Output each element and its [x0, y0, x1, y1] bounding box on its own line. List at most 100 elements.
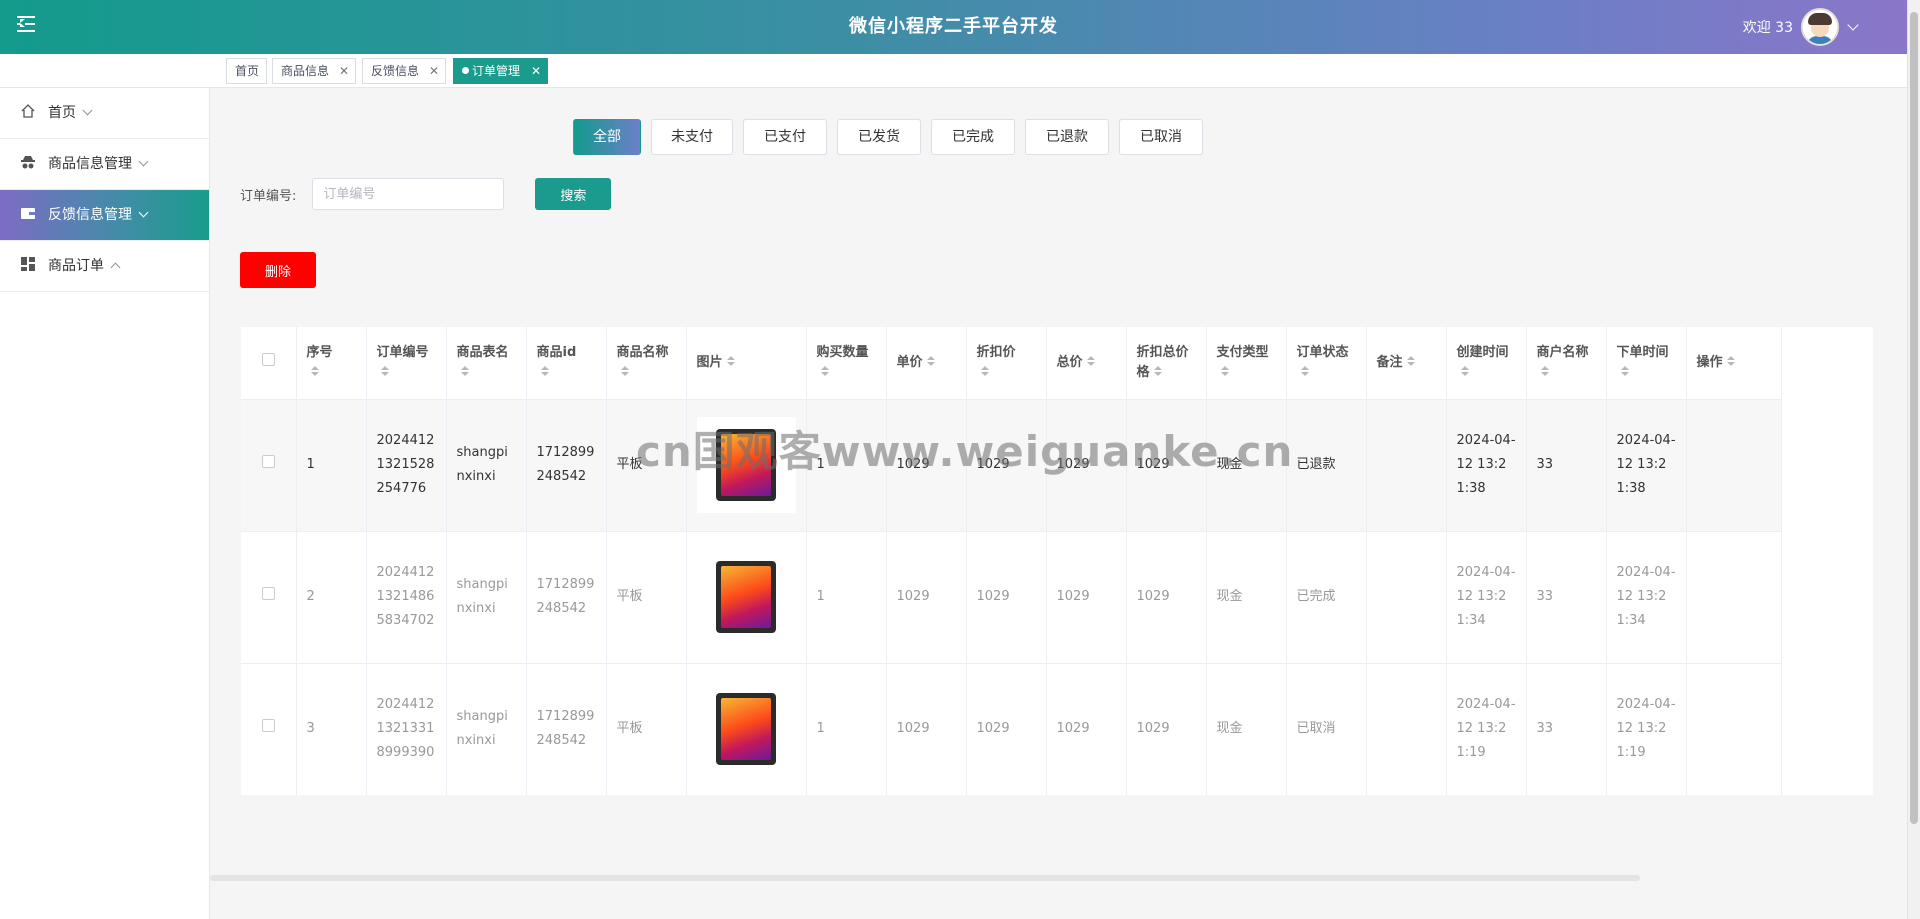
sort-icon[interactable]: [980, 366, 989, 378]
welcome-text: 欢迎 33: [1742, 20, 1793, 36]
column-header[interactable]: 支付类型: [1206, 327, 1287, 400]
tag-product-info[interactable]: 商品信息 ✕: [272, 58, 356, 84]
sort-icon[interactable]: [1300, 366, 1309, 378]
avatar[interactable]: [1801, 8, 1839, 46]
cell-actions: [1686, 531, 1782, 664]
tab-all[interactable]: 全部: [573, 119, 641, 155]
sort-icon[interactable]: [310, 366, 319, 378]
sort-icon[interactable]: [380, 366, 389, 378]
column-header[interactable]: 下单时间: [1606, 327, 1687, 400]
spy-icon: [21, 156, 35, 169]
cell-pay-type: 现金: [1206, 663, 1287, 795]
cell-price: 1029: [886, 531, 967, 664]
tag-home[interactable]: 首页: [226, 58, 267, 84]
sidebar-item-feedback-info[interactable]: 反馈信息管理: [0, 190, 209, 241]
tab-cancelled[interactable]: 已取消: [1119, 119, 1203, 155]
vertical-scrollbar[interactable]: [1907, 0, 1920, 919]
select-all-checkbox[interactable]: [261, 352, 275, 366]
sort-icon[interactable]: [460, 366, 469, 378]
sort-icon[interactable]: [926, 356, 935, 368]
sort-icon[interactable]: [1086, 356, 1095, 368]
chevron-up-icon: [110, 262, 121, 273]
sort-icon[interactable]: [540, 366, 549, 378]
tablet-image[interactable]: [716, 561, 776, 633]
scrollbar-thumb[interactable]: [1910, 12, 1918, 824]
top-header: 微信小程序二手平台开发 欢迎 33: [0, 0, 1907, 54]
column-header[interactable]: 订单编号: [366, 327, 447, 400]
column-header[interactable]: 商品表名: [446, 327, 527, 400]
tag-order-management[interactable]: 订单管理 ✕: [453, 58, 548, 84]
wallet-icon: [21, 208, 35, 219]
row-checkbox[interactable]: [261, 719, 275, 732]
cell-qty: 1: [806, 531, 887, 664]
close-icon[interactable]: ✕: [531, 59, 541, 83]
table-row[interactable]: 1 20244121321528254776 shangpinxinxi 171…: [241, 399, 1782, 532]
cell-product-id: 1712899248542: [526, 531, 607, 664]
column-header[interactable]: 商品名称: [606, 327, 687, 400]
tab-completed[interactable]: 已完成: [931, 119, 1015, 155]
column-header[interactable]: 备注: [1366, 327, 1447, 400]
search-button[interactable]: 搜索: [535, 178, 612, 210]
sort-icon[interactable]: [1220, 366, 1229, 378]
tab-shipped[interactable]: 已发货: [837, 119, 921, 155]
cell-price: 1029: [886, 663, 967, 795]
home-icon: [21, 104, 35, 118]
cell-created: 2024-04-12 13:21:19: [1446, 663, 1527, 795]
column-header[interactable]: 操作: [1686, 327, 1782, 400]
dashboard-icon: [21, 257, 35, 271]
column-header[interactable]: 单价: [886, 327, 967, 400]
tablet-image[interactable]: [716, 693, 776, 765]
close-icon[interactable]: ✕: [339, 59, 349, 83]
row-checkbox[interactable]: [261, 587, 275, 600]
column-header[interactable]: 折扣总价格: [1126, 327, 1207, 400]
column-header[interactable]: 商品id: [526, 327, 607, 400]
row-checkbox[interactable]: [261, 455, 275, 468]
cell-product-name: 平板: [606, 531, 687, 664]
main-content: 全部 未支付 已支付 已发货 已完成 已退款 已取消 订单编号: 搜索 删除 序…: [210, 88, 1907, 919]
sidebar: 首页 商品信息管理 反馈信息管理 商品订单: [0, 88, 210, 919]
chevron-down-icon: [138, 156, 149, 167]
sort-icon[interactable]: [726, 356, 735, 368]
sort-icon[interactable]: [620, 366, 629, 378]
column-header[interactable]: 购买数量: [806, 327, 887, 400]
order-number-input[interactable]: [312, 178, 505, 210]
close-icon[interactable]: ✕: [429, 59, 439, 83]
column-header[interactable]: 折扣价: [966, 327, 1047, 400]
cell-total: 1029: [1046, 399, 1127, 532]
table-row[interactable]: 3 20244121321331899939​0 shangpinxinxi 1…: [241, 663, 1782, 795]
sidebar-item-product-orders[interactable]: 商品订单: [0, 241, 209, 292]
cell-merchant: 33: [1526, 663, 1607, 795]
column-header[interactable]: 订单状态: [1286, 327, 1367, 400]
column-header[interactable]: 序号: [296, 327, 367, 400]
sort-icon[interactable]: [1406, 356, 1415, 368]
cell-image: [686, 399, 807, 532]
cell-remark: [1366, 531, 1447, 664]
column-header[interactable]: 商户名称: [1526, 327, 1607, 400]
cell-order-time: 2024-04-12 13:21:19: [1606, 663, 1687, 795]
cell-image: [686, 663, 807, 795]
sort-icon[interactable]: [1620, 366, 1629, 378]
sort-icon[interactable]: [1153, 366, 1162, 378]
chevron-down-icon[interactable]: [1847, 19, 1859, 31]
sort-icon[interactable]: [820, 366, 829, 378]
horizontal-scrollbar[interactable]: [210, 875, 1640, 881]
sidebar-item-product-info[interactable]: 商品信息管理: [0, 139, 209, 190]
table-row[interactable]: 2 20244121321486583470​2 shangpinxinxi 1…: [241, 531, 1782, 664]
tab-refunded[interactable]: 已退款: [1025, 119, 1109, 155]
sort-icon[interactable]: [1460, 366, 1469, 378]
delete-button[interactable]: 删除: [240, 252, 316, 288]
cell-table-name: shangpinxinxi: [446, 399, 527, 532]
tag-feedback-info[interactable]: 反馈信息 ✕: [362, 58, 446, 84]
user-menu[interactable]: 欢迎 33: [1742, 8, 1859, 46]
cell-merchant: 33: [1526, 399, 1607, 532]
column-header[interactable]: 总价: [1046, 327, 1127, 400]
column-header[interactable]: 创建时间: [1446, 327, 1527, 400]
orders-table: 序号 订单编号 商品表名 商品id 商品名称 图片 购买数量 单价 折扣价 总价…: [241, 327, 1873, 795]
sidebar-item-home[interactable]: 首页: [0, 88, 209, 139]
tab-paid[interactable]: 已支付: [743, 119, 827, 155]
tablet-image[interactable]: [716, 429, 776, 501]
tab-unpaid[interactable]: 未支付: [651, 119, 733, 155]
column-header[interactable]: 图片: [686, 327, 807, 400]
sort-icon[interactable]: [1726, 356, 1735, 368]
sort-icon[interactable]: [1540, 366, 1549, 378]
